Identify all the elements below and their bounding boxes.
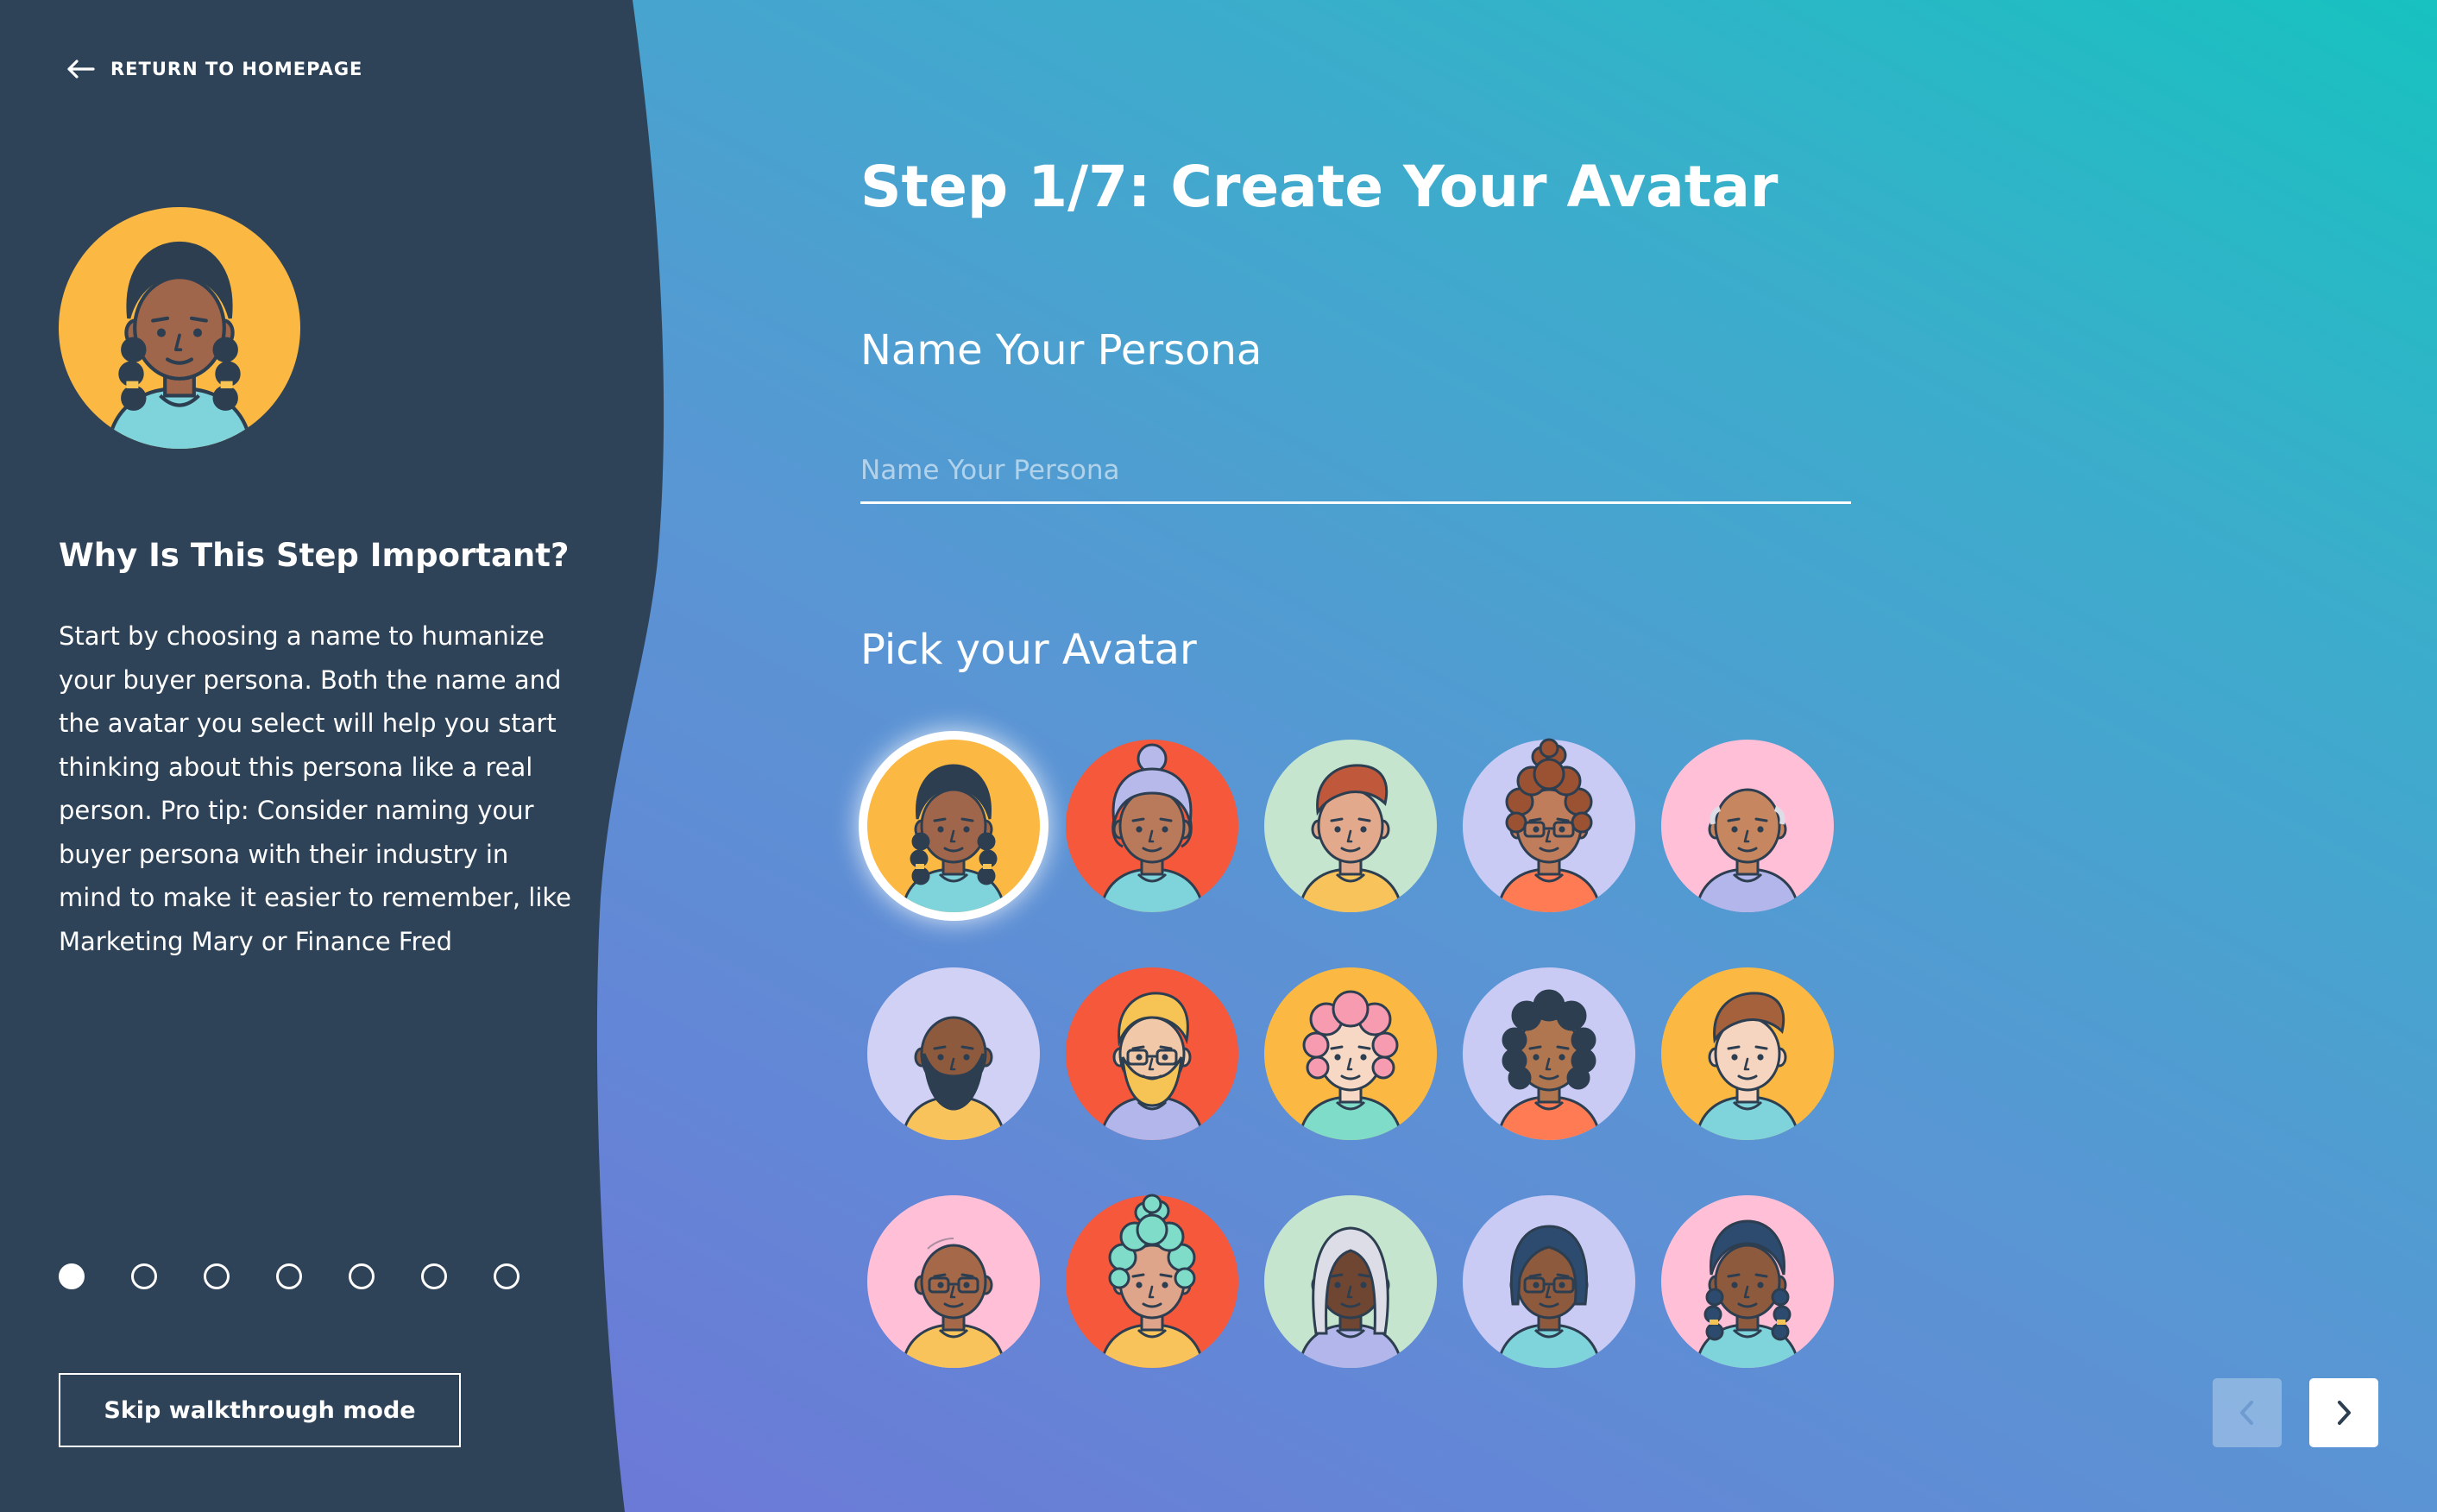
avatar-dark-curls-icon: [1463, 967, 1635, 1140]
selected-avatar-preview-icon: [59, 207, 300, 449]
avatar-red-quiff-icon: [1264, 740, 1437, 912]
why-heading: Why Is This Step Important?: [59, 537, 570, 574]
avatar-option-13[interactable]: [1264, 1195, 1437, 1368]
avatar-option-7[interactable]: [1066, 967, 1238, 1140]
avatar-option-15[interactable]: [1661, 1195, 1834, 1368]
sidebar: RETURN TO HOMEPAGE Why Is This Step Impo…: [0, 0, 656, 1512]
step-dot-1[interactable]: [59, 1263, 85, 1289]
step-progress-dots: [59, 1263, 520, 1289]
avatar-bearded-icon: [867, 967, 1040, 1140]
avatar-preview: [59, 207, 300, 449]
avatar-option-1[interactable]: [859, 731, 1048, 921]
return-to-homepage-link[interactable]: RETURN TO HOMEPAGE: [66, 59, 362, 79]
avatar-bald-pink-icon: [1661, 740, 1834, 912]
avatar-teal-curls-icon: [1066, 1194, 1238, 1368]
avatar-option-11[interactable]: [867, 1195, 1040, 1368]
avatar-navy-braids-icon: [1661, 1195, 1834, 1368]
avatar-pink-hair-icon: [1264, 967, 1437, 1140]
avatar-option-2[interactable]: [1066, 740, 1238, 912]
step-dot-4[interactable]: [276, 1263, 302, 1289]
avatar-option-3[interactable]: [1264, 740, 1437, 912]
avatar-option-4[interactable]: [1463, 738, 1635, 912]
avatar-bald-glasses-icon: [867, 1195, 1040, 1368]
avatar-gray-bun-icon: [1066, 740, 1238, 912]
avatar-option-6[interactable]: [867, 967, 1040, 1140]
arrow-left-icon: [67, 60, 95, 79]
avatar-option-14[interactable]: [1463, 1195, 1635, 1368]
avatar-option-12[interactable]: [1066, 1194, 1238, 1368]
avatar-silver-long-icon: [1264, 1195, 1437, 1368]
avatar-brown-quiff-icon: [1661, 967, 1834, 1140]
step-dot-2[interactable]: [131, 1263, 157, 1289]
avatar-grid: [859, 0, 1896, 1368]
step-dot-7[interactable]: [494, 1263, 520, 1289]
avatar-navy-bob-icon: [1463, 1195, 1635, 1368]
avatar-braids-teal-icon: [867, 740, 1040, 912]
skip-walkthrough-button[interactable]: Skip walkthrough mode: [59, 1373, 461, 1447]
chevron-right-icon: [2338, 1401, 2351, 1425]
avatar-option-5[interactable]: [1661, 740, 1834, 912]
step-dot-3[interactable]: [204, 1263, 230, 1289]
chevron-left-icon: [2240, 1401, 2253, 1425]
return-to-homepage-label: RETURN TO HOMEPAGE: [110, 59, 363, 79]
avatar-option-10[interactable]: [1661, 967, 1834, 1140]
avatar-option-8[interactable]: [1264, 967, 1437, 1140]
avatar-option-9[interactable]: [1463, 967, 1635, 1140]
previous-step-button[interactable]: [2213, 1378, 2282, 1447]
step-dot-6[interactable]: [421, 1263, 447, 1289]
step-dot-5[interactable]: [349, 1263, 375, 1289]
next-step-button[interactable]: [2309, 1378, 2378, 1447]
avatar-blonde-glasses-icon: [1066, 967, 1238, 1140]
avatar-curly-glasses-icon: [1463, 738, 1635, 912]
why-description: Start by choosing a name to humanize you…: [59, 621, 572, 956]
